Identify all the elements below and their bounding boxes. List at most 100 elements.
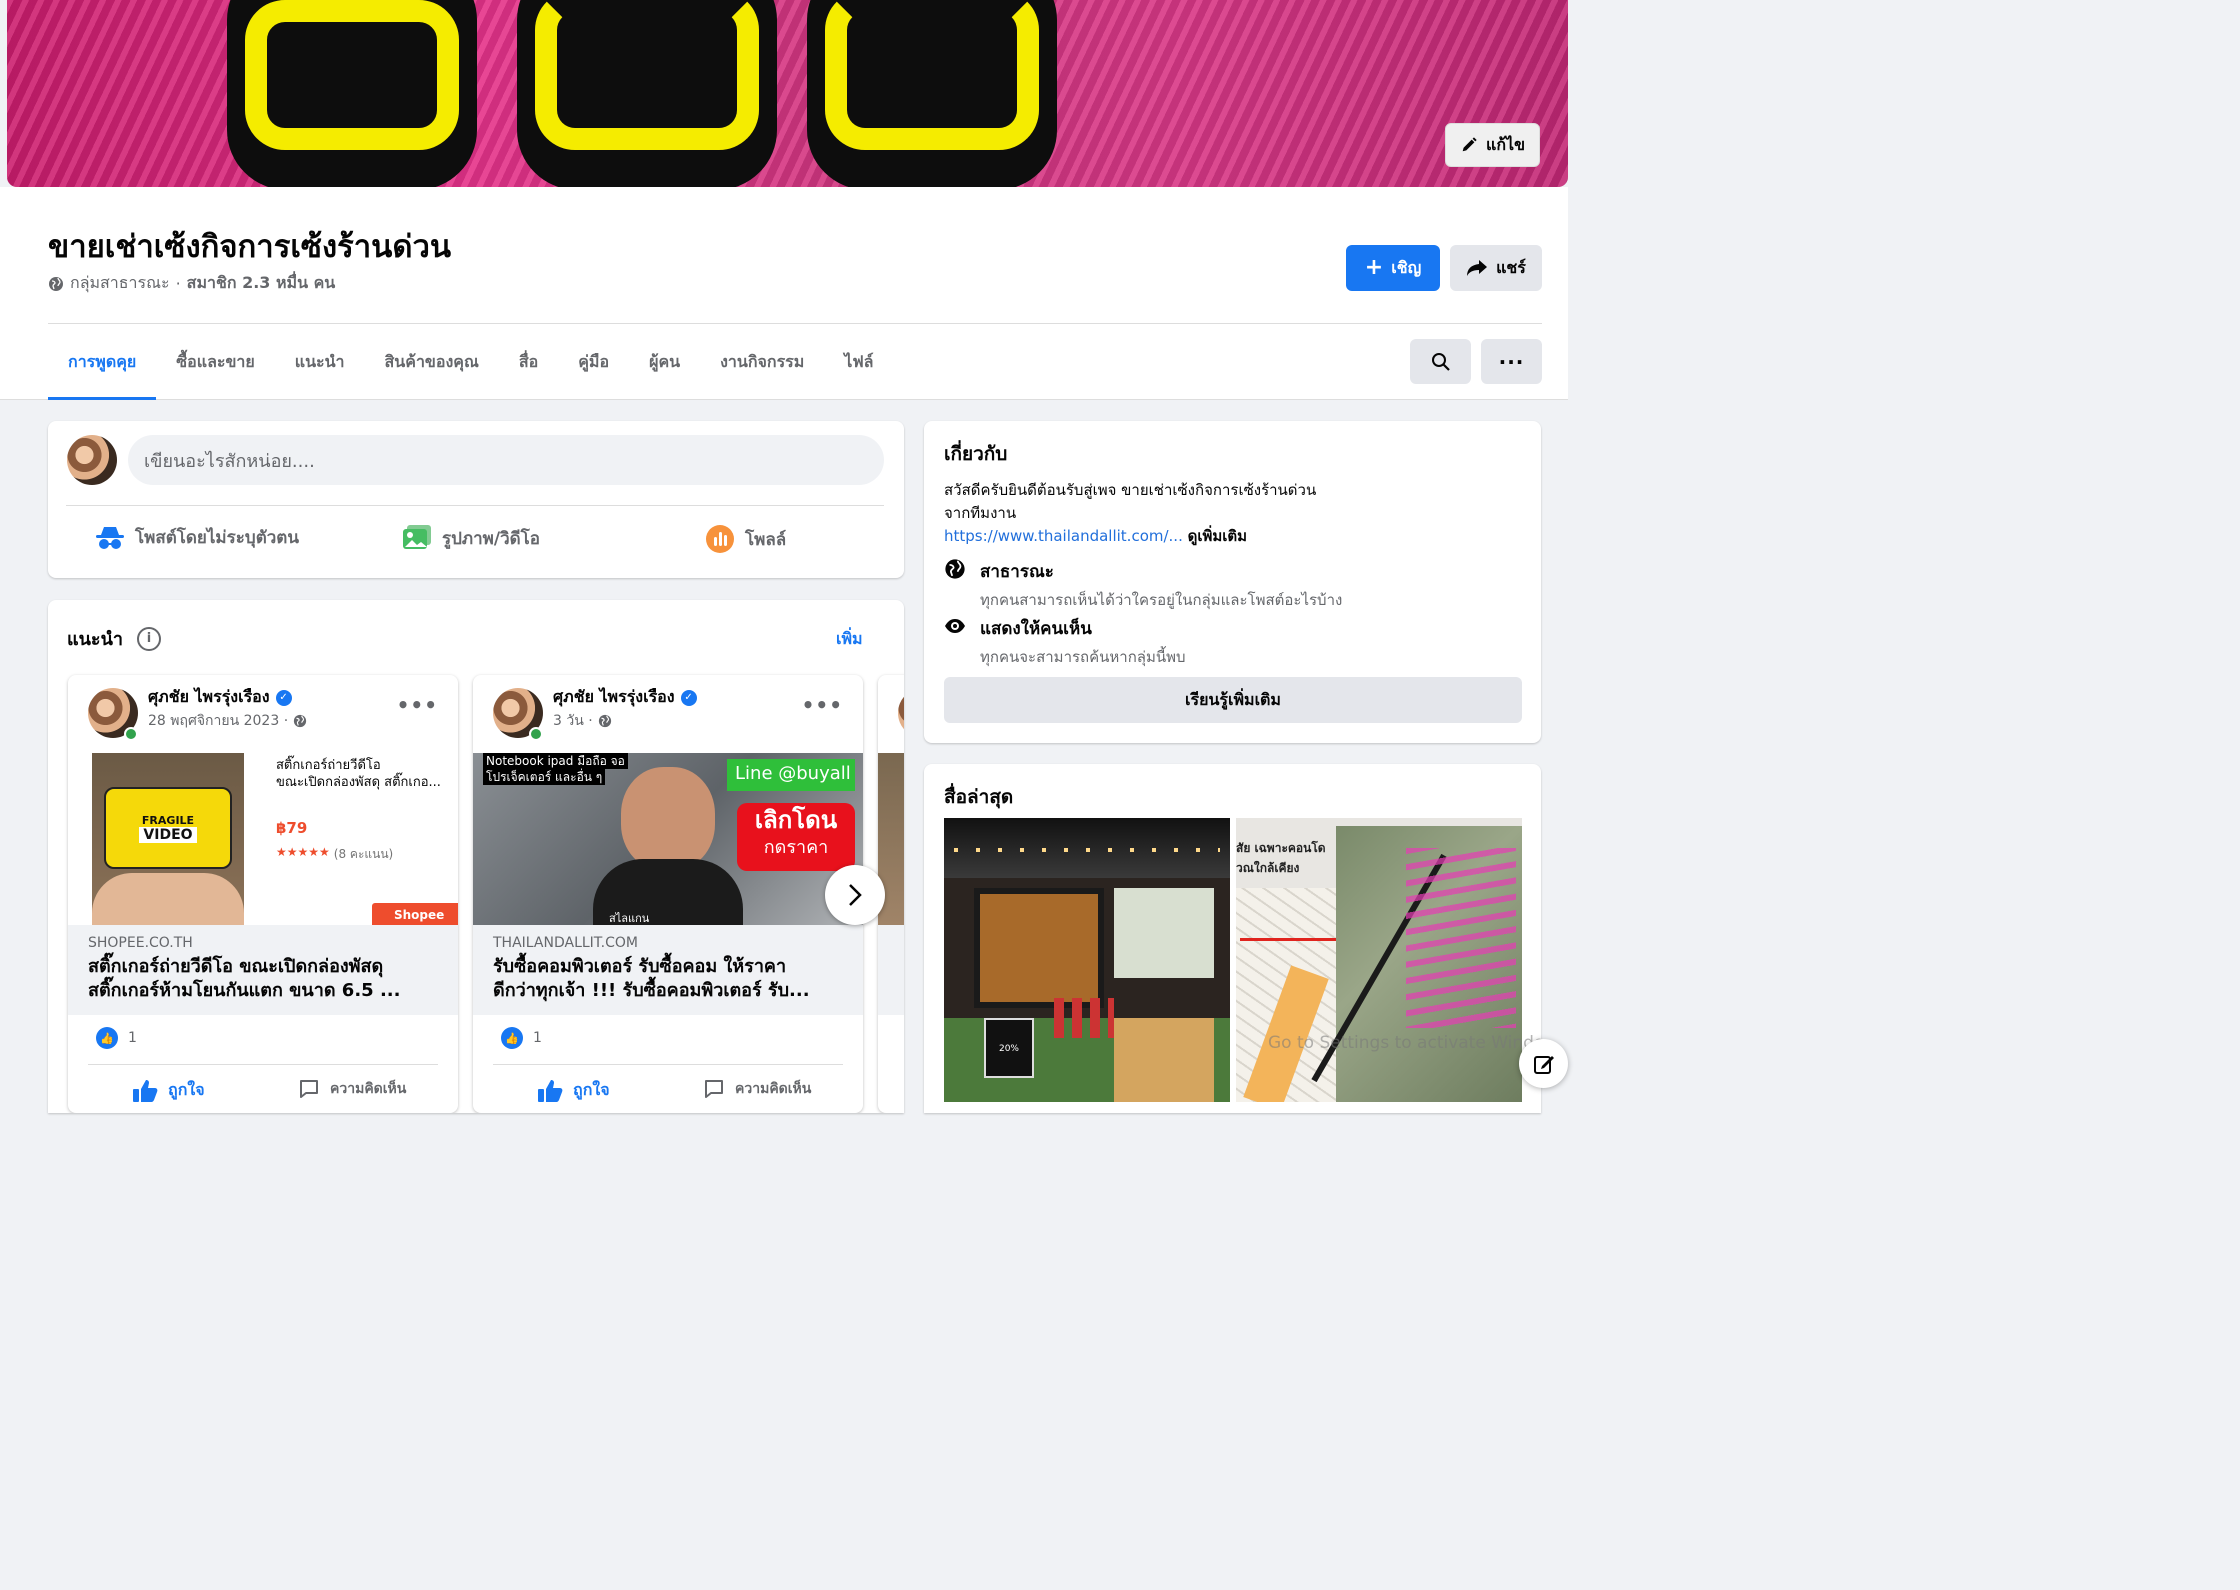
like-button[interactable]: ถูกใจ	[537, 1078, 610, 1103]
group-meta: กลุ่มสาธารณะ · สมาชิก 2.3 หมื่น คน	[48, 271, 335, 296]
tape-roll: FRAGILE VIDEO	[104, 787, 232, 869]
shopee-badge: Shopee	[372, 903, 458, 925]
line-tag: Line @buyall	[727, 759, 855, 791]
anonymous-post-button[interactable]: โพสต์โดยไม่ระบุตัวตน	[95, 524, 299, 551]
visible-desc: ทุกคนจะสามารถค้นหากลุ่มนี้พบ	[980, 648, 1186, 666]
comment-button[interactable]: ความคิดเห็น	[298, 1078, 406, 1100]
post-options-icon[interactable]: •••	[397, 693, 438, 717]
link-preview-image[interactable]: FRAGILE VIDEO สติ๊กเกอร์ถ่ายวีดีโอ ขณะเป…	[68, 753, 458, 925]
group-privacy[interactable]: กลุ่มสาธารณะ	[70, 271, 170, 296]
suggested-section: แนะนำ i เพิ่ม ศุภชัย ไพรรุ่งเรือง ✓ 28 พ…	[48, 600, 904, 1113]
rating-count: (8 คะแนน)	[333, 847, 394, 861]
invite-button[interactable]: + เชิญ	[1346, 245, 1440, 291]
new-message-button[interactable]	[1519, 1039, 1568, 1088]
product-photo: FRAGILE VIDEO	[92, 753, 244, 925]
product-desc-line2: ขณะเปิดกล่องพัสดุ สติ๊กเกอ...	[276, 775, 441, 790]
more-options-button[interactable]: ···	[1481, 339, 1542, 384]
link-preview-image[interactable]: Notebook ipad มือถือ จอ โปรเจ็คเตอร์ และ…	[473, 753, 863, 925]
about-visible-text: แสดงให้คนเห็น ทุกคนจะสามารถค้นหากลุ่มนี้…	[980, 615, 1186, 669]
tab-people[interactable]: ผู้คน	[629, 334, 700, 400]
suggested-post: ศุภชัย ไพรรุ่งเรือง ✓ 3 วัน · ••• Notebo…	[473, 675, 863, 1113]
chevron-right-icon	[849, 884, 862, 906]
post-time[interactable]: 3 วัน ·	[553, 710, 612, 732]
link-preview[interactable]: THAILANDALLIT.COM รับซื้อคอมพิวเตอร์ รับ…	[473, 925, 863, 1015]
ellipsis-icon: ···	[1498, 349, 1525, 374]
thumbs-up-icon	[538, 1079, 563, 1102]
about-desc-line1: สวัสดีครับยินดีต้อนรับสู่เพจ ขายเช่าเซ้ง…	[944, 481, 1317, 499]
like-count: 1	[128, 1030, 137, 1046]
suggested-more-link[interactable]: เพิ่ม	[836, 627, 863, 652]
like-label: ถูกใจ	[168, 1080, 205, 1099]
anonymous-icon	[96, 526, 124, 549]
tab-media[interactable]: สื่อ	[499, 334, 558, 400]
link-title-line1: สติ๊กเกอร์ถ่ายวีดีโอ ขณะเปิดกล่องพัสดุ	[88, 956, 384, 977]
search-button[interactable]	[1410, 339, 1471, 384]
caption-line2: โปรเจ็คเตอร์ และอื่น ๆ	[483, 769, 606, 785]
product-rating: ★★★★★ (8 คะแนน)	[276, 845, 393, 864]
link-title: สติ๊กเกอร์ถ่ายวีดีโอ ขณะเปิดกล่องพัสดุ ส…	[88, 955, 438, 1003]
share-arrow-icon	[1467, 260, 1488, 276]
tape-text-2: VIDEO	[139, 826, 197, 843]
globe-icon	[49, 276, 63, 291]
tab-guides[interactable]: คู่มือ	[558, 334, 629, 400]
suggested-title: แนะนำ i	[67, 624, 161, 653]
poll-button[interactable]: โพลล์	[705, 524, 786, 554]
tab-files[interactable]: ไฟล์	[824, 334, 893, 400]
edit-cover-button[interactable]: แก้ไข	[1445, 123, 1540, 167]
reaction-summary[interactable]: 👍 1	[501, 1027, 542, 1049]
red-banner-line2: กดราคา	[763, 837, 829, 858]
thumbs-up-icon	[133, 1079, 158, 1102]
learn-more-button[interactable]: เรียนรู้เพิ่มเติม	[944, 677, 1522, 723]
like-button[interactable]: ถูกใจ	[132, 1078, 205, 1103]
carousel-next-button[interactable]	[825, 865, 885, 925]
link-preview[interactable]: SHOPEE.CO.TH สติ๊กเกอร์ถ่ายวีดีโอ ขณะเปิ…	[68, 925, 458, 1015]
author-name: ศุภชัย ไพรรุ่งเรือง	[148, 687, 270, 706]
info-icon[interactable]: i	[137, 626, 161, 651]
composer-divider	[66, 505, 884, 506]
tab-featured[interactable]: แนะนำ	[275, 334, 365, 400]
post-author[interactable]: ศุภชัย ไพรรุ่งเรือง ✓	[148, 685, 292, 710]
link-title-line2: ดีกว่าทุกเจ้า !!! รับซื้อคอมพิวเตอร์ รับ…	[493, 980, 810, 1001]
media-tile[interactable]: 20%	[944, 818, 1230, 1102]
shop-window	[1114, 888, 1214, 978]
like-reaction-icon: 👍	[501, 1027, 523, 1049]
red-banner-line1: เลิกโดน	[754, 806, 838, 834]
comment-button[interactable]: ความคิดเห็น	[703, 1078, 811, 1100]
invite-label: เชิญ	[1391, 257, 1422, 277]
shopee-badge-label: Shopee	[394, 908, 445, 922]
plus-icon: +	[1364, 255, 1384, 280]
globe-icon	[294, 714, 307, 728]
like-label: ถูกใจ	[573, 1080, 610, 1099]
post-time[interactable]: 28 พฤศจิกายน 2023 ·	[148, 710, 307, 732]
post-options-icon[interactable]: •••	[802, 693, 843, 717]
tape-text: FRAGILE	[141, 813, 195, 827]
post-composer: เขียนอะไรสักหน่อย.... โพสต์โดยไม่ระบุตัว…	[48, 421, 904, 578]
tab-events[interactable]: งานกิจกรรม	[700, 334, 824, 400]
suggested-post: ศุภชัย ไพรรุ่งเรือง ✓ 28 พฤศจิกายน 2023 …	[68, 675, 458, 1113]
red-banner: เลิกโดน กดราคา	[737, 803, 855, 871]
post-divider	[88, 1064, 438, 1065]
anonymous-post-label: โพสต์โดยไม่ระบุตัวตน	[135, 528, 299, 548]
tab-your-items[interactable]: สินค้าของคุณ	[365, 334, 499, 400]
see-more-link[interactable]: ดูเพิ่มเติม	[1188, 527, 1247, 545]
verified-badge-icon: ✓	[680, 689, 697, 706]
recent-media-title: สื่อล่าสุด	[944, 786, 1014, 808]
map-pins	[1406, 848, 1516, 1028]
tab-discussion[interactable]: การพูดคุย	[48, 334, 157, 400]
about-link[interactable]: https://www.thailandallit.com/...	[944, 527, 1183, 545]
sign-text: 20%	[998, 1044, 1019, 1054]
group-members[interactable]: สมาชิก 2.3 หมื่น คน	[187, 271, 336, 296]
composer-input[interactable]: เขียนอะไรสักหน่อย....	[128, 435, 884, 485]
comment-label: ความคิดเห็น	[735, 1081, 812, 1097]
tab-buy-sell[interactable]: ซื้อและขาย	[156, 334, 274, 400]
suggested-title-label: แนะนำ	[67, 629, 123, 650]
group-title[interactable]: ขายเช่าเซ้งกิจการเซ้งร้านด่วน	[48, 221, 451, 271]
media-tile[interactable]: สัย เฉพาะคอนโด วณใกล้เคียง	[1236, 818, 1522, 1102]
share-button[interactable]: แชร์	[1450, 245, 1542, 291]
reaction-summary[interactable]: 👍 1	[96, 1027, 137, 1049]
photo-video-button[interactable]: รูปภาพ/วิดีโอ	[402, 524, 540, 552]
about-section: เกี่ยวกับ สวัสดีครับยินดีต้อนรับสู่เพจ ข…	[924, 421, 1541, 743]
public-title: สาธารณะ	[980, 562, 1054, 582]
user-avatar[interactable]	[67, 435, 117, 485]
post-author[interactable]: ศุภชัย ไพรรุ่งเรือง ✓	[553, 685, 697, 710]
